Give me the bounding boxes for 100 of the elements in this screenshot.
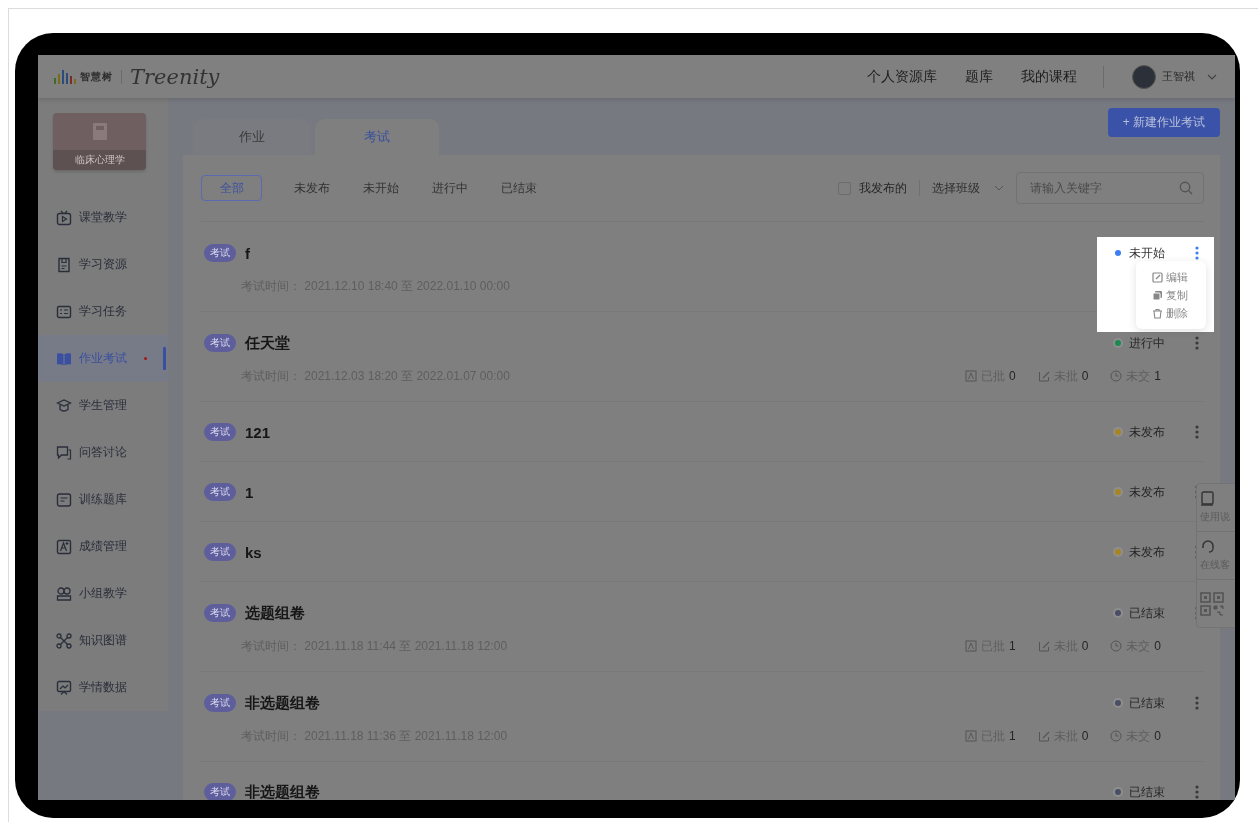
- stat-value: 0: [1154, 639, 1161, 653]
- menu-item[interactable]: 删除: [1166, 305, 1188, 321]
- course-title: 临床心理学: [53, 150, 146, 170]
- edit-icon: [1037, 730, 1050, 742]
- stat-value: 1: [1008, 639, 1016, 653]
- more-icon[interactable]: [1195, 246, 1199, 260]
- status-text: 未开始: [1129, 244, 1165, 262]
- sidebar-item[interactable]: 学习资源: [38, 241, 168, 288]
- sidebar-item[interactable]: 课堂教学: [38, 194, 168, 241]
- stat-value: 0: [1081, 729, 1089, 743]
- chat-icon: [56, 444, 72, 461]
- sidebar-label: 学习资源: [79, 256, 127, 273]
- exam-title[interactable]: 非选题组卷: [245, 782, 320, 800]
- exam-title[interactable]: 非选题组卷: [245, 693, 320, 713]
- tab[interactable]: 作业: [193, 119, 311, 155]
- sidebar-label: 问答讨论: [79, 444, 127, 461]
- bars-logo-icon: [54, 69, 76, 84]
- sidebar-label: 小组教学: [79, 585, 127, 602]
- exam-title[interactable]: f: [245, 244, 250, 262]
- status-text: 进行中: [1129, 334, 1165, 352]
- status-text: 已结束: [1129, 694, 1165, 712]
- trash-icon: [1152, 307, 1163, 319]
- stat-value: 0: [1081, 639, 1089, 653]
- clock-icon: [1110, 370, 1123, 382]
- nav-link[interactable]: 题库: [965, 67, 993, 86]
- checkbox-label: 我发布的: [859, 179, 907, 197]
- exam-title[interactable]: 任天堂: [245, 333, 290, 353]
- menu-item[interactable]: 编辑: [1166, 269, 1188, 285]
- status-text: 已结束: [1129, 604, 1165, 622]
- sidebar-label: 课堂教学: [79, 209, 127, 226]
- sidebar-item[interactable]: 学生管理: [38, 382, 168, 429]
- status-text: 未发布: [1129, 543, 1165, 561]
- exam-badge: 考试: [204, 483, 236, 501]
- class-dropdown[interactable]: 选择班级: [932, 179, 1004, 197]
- filter-tab[interactable]: 进行中: [431, 175, 469, 201]
- course-card[interactable]: 临床心理学: [53, 113, 146, 170]
- qr-code-icon: [1200, 591, 1224, 616]
- new-exam-button[interactable]: + 新建作业考试: [1108, 108, 1220, 137]
- filter-tab[interactable]: 全部: [201, 175, 262, 201]
- more-icon[interactable]: [1195, 696, 1199, 710]
- filter-tab[interactable]: 未发布: [293, 175, 331, 201]
- sidebar-item[interactable]: 小组教学: [38, 570, 168, 617]
- book-icon: [1200, 491, 1216, 507]
- sidebar-label: 知识图谱: [79, 632, 127, 649]
- exam-badge: 考试: [204, 244, 236, 262]
- edit-icon: [1037, 370, 1050, 382]
- exam-badge: 考试: [204, 604, 236, 622]
- status-text: 已结束: [1129, 783, 1165, 800]
- sidebar-label: 成绩管理: [79, 538, 127, 555]
- logo-text: 智慧树: [80, 69, 113, 84]
- document-icon: [56, 256, 72, 273]
- edit-icon: [1152, 271, 1163, 283]
- exam-title[interactable]: 1: [245, 483, 254, 501]
- sidebar-label: 作业考试: [79, 350, 127, 367]
- status-text: 未发布: [1129, 483, 1165, 501]
- nav-link[interactable]: 我的课程: [1021, 67, 1077, 86]
- sidebar-item[interactable]: 训练题库: [38, 476, 168, 523]
- graded-icon: [964, 370, 977, 382]
- copy-icon: [1152, 289, 1163, 301]
- more-icon[interactable]: [1195, 425, 1199, 439]
- sidebar-item[interactable]: 问答讨论: [38, 429, 168, 476]
- filter-tab[interactable]: 已结束: [500, 175, 538, 201]
- graded-icon: [964, 730, 977, 742]
- sidebar-item[interactable]: 学情数据: [38, 664, 168, 711]
- chevron-down-icon: [1207, 73, 1217, 80]
- exam-title[interactable]: 选题组卷: [245, 603, 305, 623]
- sidebar-item[interactable]: 学习任务: [38, 288, 168, 335]
- graduation-cap-icon: [56, 397, 72, 414]
- exam-title[interactable]: 121: [245, 423, 271, 441]
- sidebar-label: 学生管理: [79, 397, 127, 414]
- more-icon[interactable]: [1195, 785, 1199, 799]
- brand-name: Treenity: [130, 64, 220, 89]
- exam-badge: 考试: [204, 334, 236, 352]
- book-icon: [90, 121, 109, 142]
- sidebar-label: 训练题库: [79, 491, 127, 508]
- clock-icon: [1110, 730, 1123, 742]
- exam-title[interactable]: ks: [245, 543, 262, 561]
- sidebar-item[interactable]: 成绩管理: [38, 523, 168, 570]
- avatar[interactable]: [1132, 64, 1156, 89]
- more-icon[interactable]: [1195, 336, 1199, 350]
- user-name[interactable]: 王智祺: [1162, 69, 1195, 84]
- nav-link[interactable]: 个人资源库: [867, 67, 937, 86]
- graded-icon: [964, 640, 977, 652]
- exam-badge: 考试: [204, 694, 236, 712]
- stat-value: 1: [1154, 369, 1161, 383]
- stat-value: 0: [1154, 729, 1161, 743]
- sidebar-item[interactable]: 知识图谱: [38, 617, 168, 664]
- menu-item[interactable]: 复制: [1166, 287, 1188, 303]
- sidebar-item[interactable]: 作业考试: [38, 335, 168, 382]
- book-icon: [56, 350, 72, 367]
- edit-icon: [1037, 640, 1050, 652]
- tab[interactable]: 考试: [315, 119, 439, 155]
- exam-badge: 考试: [204, 423, 236, 441]
- sidebar-label: 学习任务: [79, 303, 127, 320]
- filter-tab[interactable]: 未开始: [362, 175, 400, 201]
- active-indicator: [163, 347, 166, 370]
- exam-badge: 考试: [204, 543, 236, 561]
- clock-icon: [1110, 640, 1123, 652]
- exam-badge: 考试: [204, 783, 236, 800]
- stat-value: 1: [1008, 729, 1016, 743]
